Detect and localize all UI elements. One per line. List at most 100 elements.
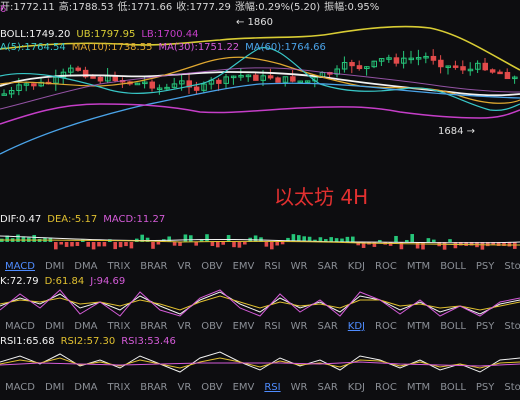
tab-sar[interactable]: SAR [312,318,342,336]
tab-rsi[interactable]: RSI [259,318,285,336]
tab-roc[interactable]: ROC [370,258,402,276]
macd-bar [91,242,96,250]
tab-rsi[interactable]: RSI [259,379,285,397]
dea-label: DEA:-5.17 [47,214,98,225]
tab-vr[interactable]: VR [173,379,197,397]
macd-bar [75,242,80,246]
tab-boll[interactable]: BOLL [435,318,471,336]
tab-dma[interactable]: DMA [69,318,102,336]
tab-macd[interactable]: MACD [0,379,40,397]
tab-trix[interactable]: TRIX [102,318,135,336]
tab-emv[interactable]: EMV [228,379,260,397]
tab-trix[interactable]: TRIX [102,379,135,397]
d-label: D:61.84 [44,276,85,287]
macd-bar [194,242,198,246]
k-label: K:72.79 [0,276,39,287]
boll-lb-label: LB:1700.44 [141,29,199,40]
tab-stochrsi[interactable]: StochRSI [499,379,520,397]
tab-emv[interactable]: EMV [228,318,260,336]
rsi1-label: RSI1:65.68 [0,336,55,347]
tab-kdj[interactable]: KDJ [343,318,370,336]
candle-body [497,71,503,75]
tab-wr[interactable]: WR [286,258,313,276]
tab-obv[interactable]: OBV [196,379,227,397]
macd-bar [448,239,452,242]
tab-stochrsi[interactable]: StochRSI [499,258,520,276]
tab-mtm[interactable]: MTM [402,258,435,276]
tab-dma[interactable]: DMA [69,379,102,397]
macd-bar [399,242,404,250]
macd-bar [270,242,274,250]
ma60-line [0,82,520,155]
macd-bar [432,239,436,242]
candle-body [290,76,296,82]
tab-sar[interactable]: SAR [312,379,342,397]
macd-bar [221,242,225,245]
candle-body [349,62,355,67]
macd-bar [156,242,161,245]
high-stat: 高:1788.53 [58,2,114,13]
tab-dmi[interactable]: DMI [40,318,69,336]
tab-brar[interactable]: BRAR [135,379,172,397]
tab-rsi[interactable]: RSI [259,258,285,276]
tab-dmi[interactable]: DMI [40,379,69,397]
tab-dmi[interactable]: DMI [40,258,69,276]
macd-bar [118,242,123,248]
macd-bar [243,242,247,245]
candle-body [489,69,496,73]
tab-macd[interactable]: MACD [0,318,40,336]
macd-bar [172,242,177,246]
tab-vr[interactable]: VR [173,318,197,336]
macd-bar [124,242,128,247]
tab-roc[interactable]: ROC [370,379,402,397]
low-stat: 低:1771.66 [117,2,173,13]
candle-body [90,76,96,79]
amplitude-stat: 振幅:0.95% [324,2,380,13]
boll-legend: BOLL:1749.20 UB:1797.95 LB:1700.44 [0,29,198,41]
d-line [0,295,520,311]
watermark-title: 以太坊 4H [274,185,369,209]
candle-body [253,74,259,81]
tab-dma[interactable]: DMA [69,258,102,276]
macd-legend: DIF:0.47 DEA:-5.17 MACD:11.27 [0,214,165,226]
candle-body [267,75,274,79]
tab-psy[interactable]: PSY [471,258,500,276]
ma30-line [0,67,520,110]
ma30-label: MA(30):1751.22 [158,42,240,53]
tab-psy[interactable]: PSY [471,379,500,397]
tab-sar[interactable]: SAR [312,258,342,276]
tab-obv[interactable]: OBV [196,258,227,276]
macd-bar [351,236,355,242]
tab-kdj[interactable]: KDJ [343,258,370,276]
macd-bar [102,242,107,247]
tab-psy[interactable]: PSY [471,318,500,336]
tab-roc[interactable]: ROC [370,318,402,336]
candle-body [31,83,37,87]
tab-mtm[interactable]: MTM [402,318,435,336]
tab-obv[interactable]: OBV [196,318,227,336]
candle-body [393,57,400,64]
tab-macd[interactable]: MACD [0,258,40,276]
j-label: J:94.69 [90,276,126,287]
tab-emv[interactable]: EMV [228,258,260,276]
tab-trix[interactable]: TRIX [102,258,135,276]
boll-ub-label: UB:1797.95 [76,29,136,40]
rsi3-line [0,361,520,367]
tab-stochrsi[interactable]: StochRSI [499,318,520,336]
tab-wr[interactable]: WR [286,318,313,336]
tab-mtm[interactable]: MTM [402,379,435,397]
tab-kdj[interactable]: KDJ [343,379,370,397]
high-price-annotation: ← 1860 [236,17,274,28]
macd-bar [280,242,285,245]
tab-boll[interactable]: BOLL [435,258,471,276]
macd-bar [205,234,209,242]
tab-brar[interactable]: BRAR [135,318,172,336]
macd-bar [54,242,58,250]
tab-vr[interactable]: VR [173,258,197,276]
tab-wr[interactable]: WR [286,379,313,397]
tab-brar[interactable]: BRAR [135,258,172,276]
macd-bar [394,235,398,242]
tab-boll[interactable]: BOLL [435,379,471,397]
boll-lower-line [0,103,520,125]
candle-body [356,65,363,70]
